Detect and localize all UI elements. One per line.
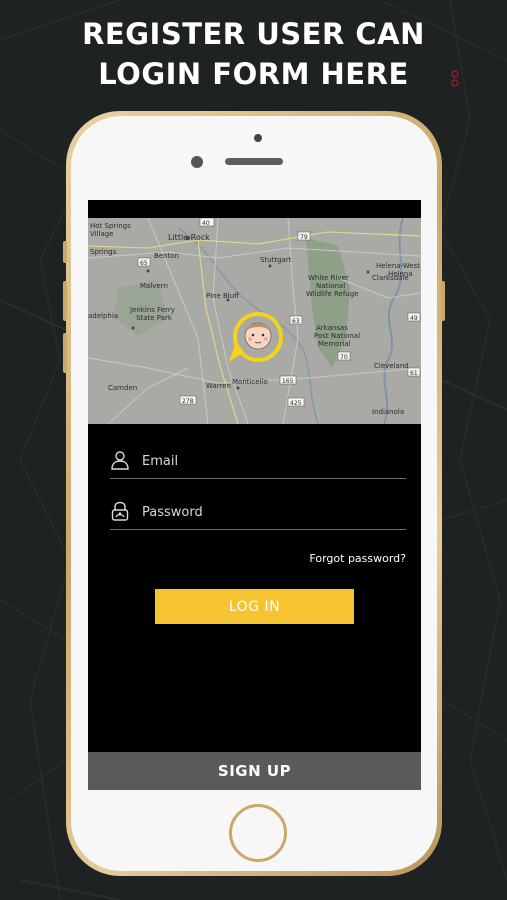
road-shield: 61 <box>410 370 418 377</box>
status-bar <box>88 200 421 218</box>
map-label: State Park <box>136 314 173 322</box>
map-label: Pine Bluff <box>206 292 239 300</box>
map-label: Wildlife Refuge <box>306 290 359 298</box>
map-label: White River <box>308 274 349 282</box>
user-icon <box>111 451 129 470</box>
map-label: adelphia <box>88 312 118 320</box>
map-label: Springs <box>90 248 117 256</box>
road-shield: 79 <box>300 234 308 241</box>
map-label: Village <box>90 230 114 238</box>
forgot-password-link[interactable]: Forgot password? <box>309 552 406 565</box>
map-label: Monticello <box>232 378 268 386</box>
email-input[interactable] <box>142 446 404 476</box>
map-label: Cleveland <box>374 362 409 370</box>
road-shield: 165 <box>282 378 294 385</box>
phone-side-button <box>63 241 67 263</box>
map-label: Post National <box>314 332 360 340</box>
login-button[interactable]: LOG IN <box>155 589 354 624</box>
proximity-sensor <box>254 134 262 142</box>
home-button[interactable] <box>229 804 287 862</box>
map-label: Hot Springs <box>90 222 131 230</box>
map-label: Little Rock <box>168 233 210 242</box>
lock-icon <box>111 501 129 521</box>
password-field <box>110 497 406 530</box>
map-label: Indianola <box>372 408 404 416</box>
headline-line-1: REGISTER USER CAN <box>82 17 425 51</box>
road-shield: 49 <box>410 315 418 322</box>
password-input[interactable] <box>142 497 404 527</box>
map-view[interactable]: Hot Springs Village Springs Little Rock … <box>88 218 421 424</box>
map-label: Arkansas <box>316 324 348 332</box>
earpiece-speaker <box>225 158 283 165</box>
road-shield: 278 <box>182 398 194 405</box>
map-label: Benton <box>154 252 179 260</box>
map-label: Camden <box>108 384 137 392</box>
phone-volume-down <box>63 333 67 373</box>
phone-volume-up <box>63 281 67 321</box>
map-label: Warren <box>206 382 231 390</box>
road-shield: 63 <box>292 318 300 325</box>
phone-power-button <box>441 281 445 321</box>
headline-line-2: LOGIN FORM HERE <box>98 57 409 91</box>
email-field <box>110 446 406 479</box>
road-shield: 40 <box>202 220 210 227</box>
road-shield: 425 <box>290 400 302 407</box>
front-camera <box>191 156 203 168</box>
map-label: Clarksdale <box>372 274 409 282</box>
map-label: National <box>316 282 345 290</box>
map-canvas[interactable]: Hot Springs Village Springs Little Rock … <box>88 218 421 424</box>
promo-headline: REGISTER USER CAN LOGIN FORM HERE <box>0 14 507 94</box>
road-shield: 70 <box>340 354 348 361</box>
app-screen: Hot Springs Village Springs Little Rock … <box>88 200 421 790</box>
map-label: Helena-West <box>376 262 420 270</box>
map-label: Memorial <box>318 340 351 348</box>
signup-button[interactable]: SIGN UP <box>88 752 421 790</box>
map-label: Jenkins Ferry <box>129 306 175 314</box>
road-shield: 65 <box>140 260 148 267</box>
map-label: Stuttgart <box>260 256 292 264</box>
map-label: Malvern <box>140 282 168 290</box>
